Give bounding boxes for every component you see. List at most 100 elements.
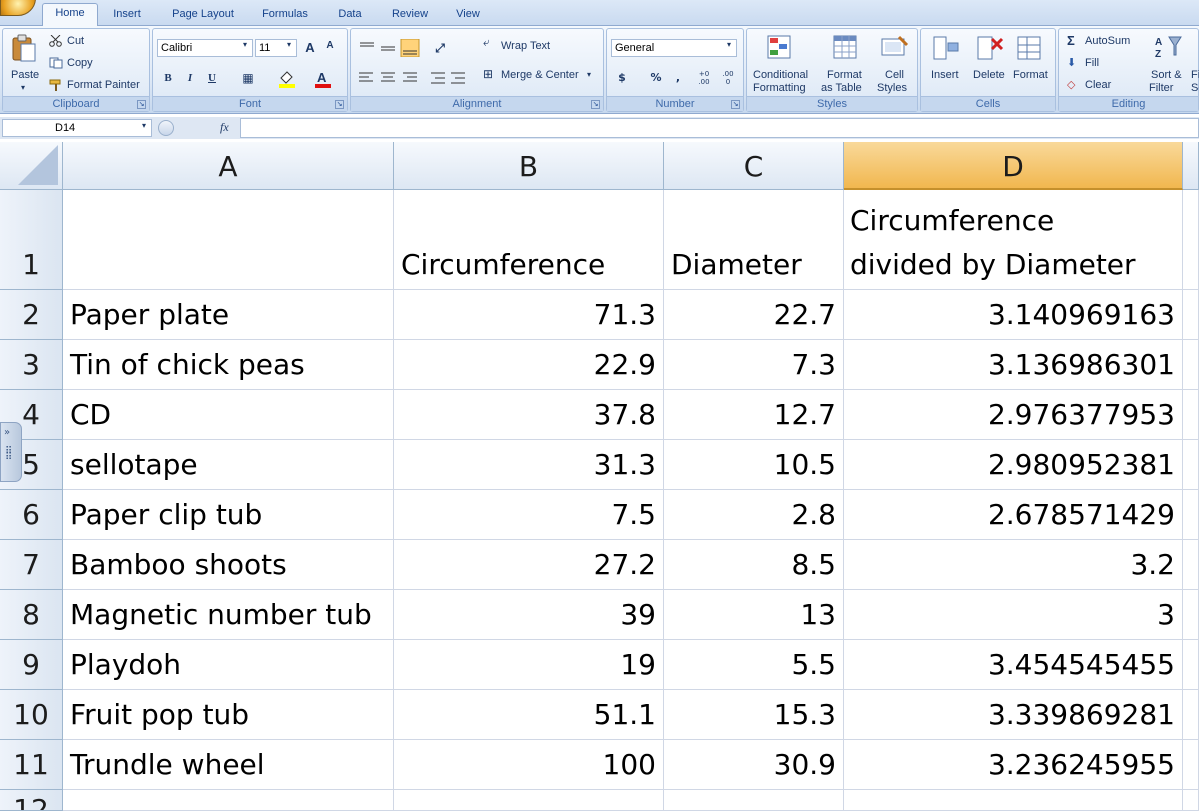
vertical-align-icons[interactable] (357, 39, 421, 57)
cell-b1[interactable]: Circumference (394, 190, 664, 290)
cell-b10[interactable]: 51.1 (394, 690, 664, 740)
cell-a3[interactable]: Tin of chick peas (63, 340, 394, 390)
insert-cells-button[interactable]: Insert (931, 69, 959, 81)
cell-e2[interactable] (1183, 290, 1199, 340)
paste-icon[interactable] (9, 33, 39, 63)
bold-icon[interactable]: B (159, 69, 177, 87)
indent-icons[interactable] (429, 69, 469, 87)
format-as-table-icon[interactable] (831, 33, 861, 63)
increase-decimal-icon[interactable]: +0.00 (693, 69, 715, 87)
cell-c4[interactable]: 12.7 (664, 390, 844, 440)
decrease-decimal-icon[interactable]: .00 0 (717, 69, 739, 87)
cell-c9[interactable]: 5.5 (664, 640, 844, 690)
tab-insert[interactable]: Insert (104, 5, 150, 26)
tab-data[interactable]: Data (330, 5, 370, 26)
cell-c5[interactable]: 10.5 (664, 440, 844, 490)
cell-a9[interactable]: Playdoh (63, 640, 394, 690)
cell-d3[interactable]: 3.136986301 (844, 340, 1183, 390)
tab-page-layout[interactable]: Page Layout (164, 5, 242, 26)
cell-b6[interactable]: 7.5 (394, 490, 664, 540)
cell-styles-icon[interactable] (879, 33, 909, 63)
office-button[interactable] (0, 0, 36, 16)
row-header-2[interactable]: 2 (0, 290, 63, 340)
delete-cells-button[interactable]: Delete (973, 69, 1005, 81)
cell-e1[interactable] (1183, 190, 1199, 290)
tab-home[interactable]: Home (42, 3, 98, 27)
cell-b5[interactable]: 31.3 (394, 440, 664, 490)
wrap-text-button[interactable]: Wrap Text (501, 40, 550, 52)
cell-b2[interactable]: 71.3 (394, 290, 664, 340)
cell-a1[interactable] (63, 190, 394, 290)
format-cells-button[interactable]: Format (1013, 69, 1048, 81)
cut-button[interactable]: Cut (67, 35, 84, 47)
font-size-dropdown-icon[interactable]: ▾ (287, 40, 291, 49)
format-as-table-button[interactable]: Format (827, 69, 862, 81)
cell-c10[interactable]: 15.3 (664, 690, 844, 740)
cell-d11[interactable]: 3.236245955 (844, 740, 1183, 790)
cell-a8[interactable]: Magnetic number tub (63, 590, 394, 640)
borders-icon[interactable]: ▦ (239, 69, 257, 87)
cell-d8[interactable]: 3 (844, 590, 1183, 640)
accounting-format-icon[interactable]: $ (613, 69, 631, 87)
merge-dropdown-icon[interactable]: ▾ (587, 70, 591, 79)
underline-icon[interactable]: U (203, 69, 221, 87)
insert-function-icon[interactable]: fx (220, 120, 229, 135)
shrink-font-icon[interactable]: A (321, 39, 339, 57)
cell-d6[interactable]: 2.678571429 (844, 490, 1183, 540)
format-painter-button[interactable]: Format Painter (67, 79, 140, 91)
clear-button[interactable]: Clear (1085, 79, 1111, 91)
tab-review[interactable]: Review (384, 5, 436, 26)
cell-e7[interactable] (1183, 540, 1199, 590)
cell-c2[interactable]: 22.7 (664, 290, 844, 340)
number-launcher-icon[interactable]: ↘ (731, 100, 740, 109)
comma-style-icon[interactable]: , (669, 69, 687, 87)
cell-e8[interactable] (1183, 590, 1199, 640)
row-header-3[interactable]: 3 (0, 340, 63, 390)
cell-a10[interactable]: Fruit pop tub (63, 690, 394, 740)
cell-c8[interactable]: 13 (664, 590, 844, 640)
cell-e12[interactable] (1183, 790, 1199, 811)
cell-styles-button[interactable]: Cell (885, 69, 904, 81)
delete-cells-icon[interactable] (975, 33, 1005, 63)
cell-c1[interactable]: Diameter (664, 190, 844, 290)
tab-formulas[interactable]: Formulas (254, 5, 316, 26)
cell-e6[interactable] (1183, 490, 1199, 540)
find-select-button[interactable]: Fi (1191, 69, 1199, 81)
tab-view[interactable]: View (448, 5, 488, 26)
cell-c3[interactable]: 7.3 (664, 340, 844, 390)
insert-cells-icon[interactable] (931, 33, 961, 63)
paste-button[interactable]: Paste (11, 69, 39, 81)
cell-c11[interactable]: 30.9 (664, 740, 844, 790)
column-header-d[interactable]: D (844, 142, 1183, 190)
cell-d4[interactable]: 2.976377953 (844, 390, 1183, 440)
row-header-6[interactable]: 6 (0, 490, 63, 540)
cell-d12[interactable] (844, 790, 1183, 811)
cell-a11[interactable]: Trundle wheel (63, 740, 394, 790)
cell-a7[interactable]: Bamboo shoots (63, 540, 394, 590)
italic-icon[interactable]: I (181, 69, 199, 87)
cell-a2[interactable]: Paper plate (63, 290, 394, 340)
cell-a4[interactable]: CD (63, 390, 394, 440)
cell-b8[interactable]: 39 (394, 590, 664, 640)
cell-e4[interactable] (1183, 390, 1199, 440)
column-header-a[interactable]: A (63, 142, 394, 190)
row-header-7[interactable]: 7 (0, 540, 63, 590)
select-all-button[interactable] (0, 142, 63, 190)
row-header-1[interactable]: 1 (0, 190, 63, 290)
paste-dropdown-icon[interactable]: ▾ (21, 83, 25, 92)
fill-color-icon[interactable] (277, 70, 297, 88)
cell-d1[interactable]: Circumference divided by Diameter (844, 190, 1183, 290)
row-header-9[interactable]: 9 (0, 640, 63, 690)
column-header-e[interactable] (1183, 142, 1199, 190)
copy-button[interactable]: Copy (67, 57, 93, 69)
cell-e5[interactable] (1183, 440, 1199, 490)
row-header-8[interactable]: 8 (0, 590, 63, 640)
name-box-dropdown-icon[interactable]: ▾ (142, 121, 146, 130)
format-cells-icon[interactable] (1015, 33, 1045, 63)
clipboard-launcher-icon[interactable]: ↘ (137, 100, 146, 109)
row-header-11[interactable]: 11 (0, 740, 63, 790)
font-name-select[interactable]: Calibri (157, 39, 253, 57)
column-header-c[interactable]: C (664, 142, 844, 190)
fill-button[interactable]: Fill (1085, 57, 1099, 69)
number-format-dropdown-icon[interactable]: ▾ (727, 40, 731, 49)
